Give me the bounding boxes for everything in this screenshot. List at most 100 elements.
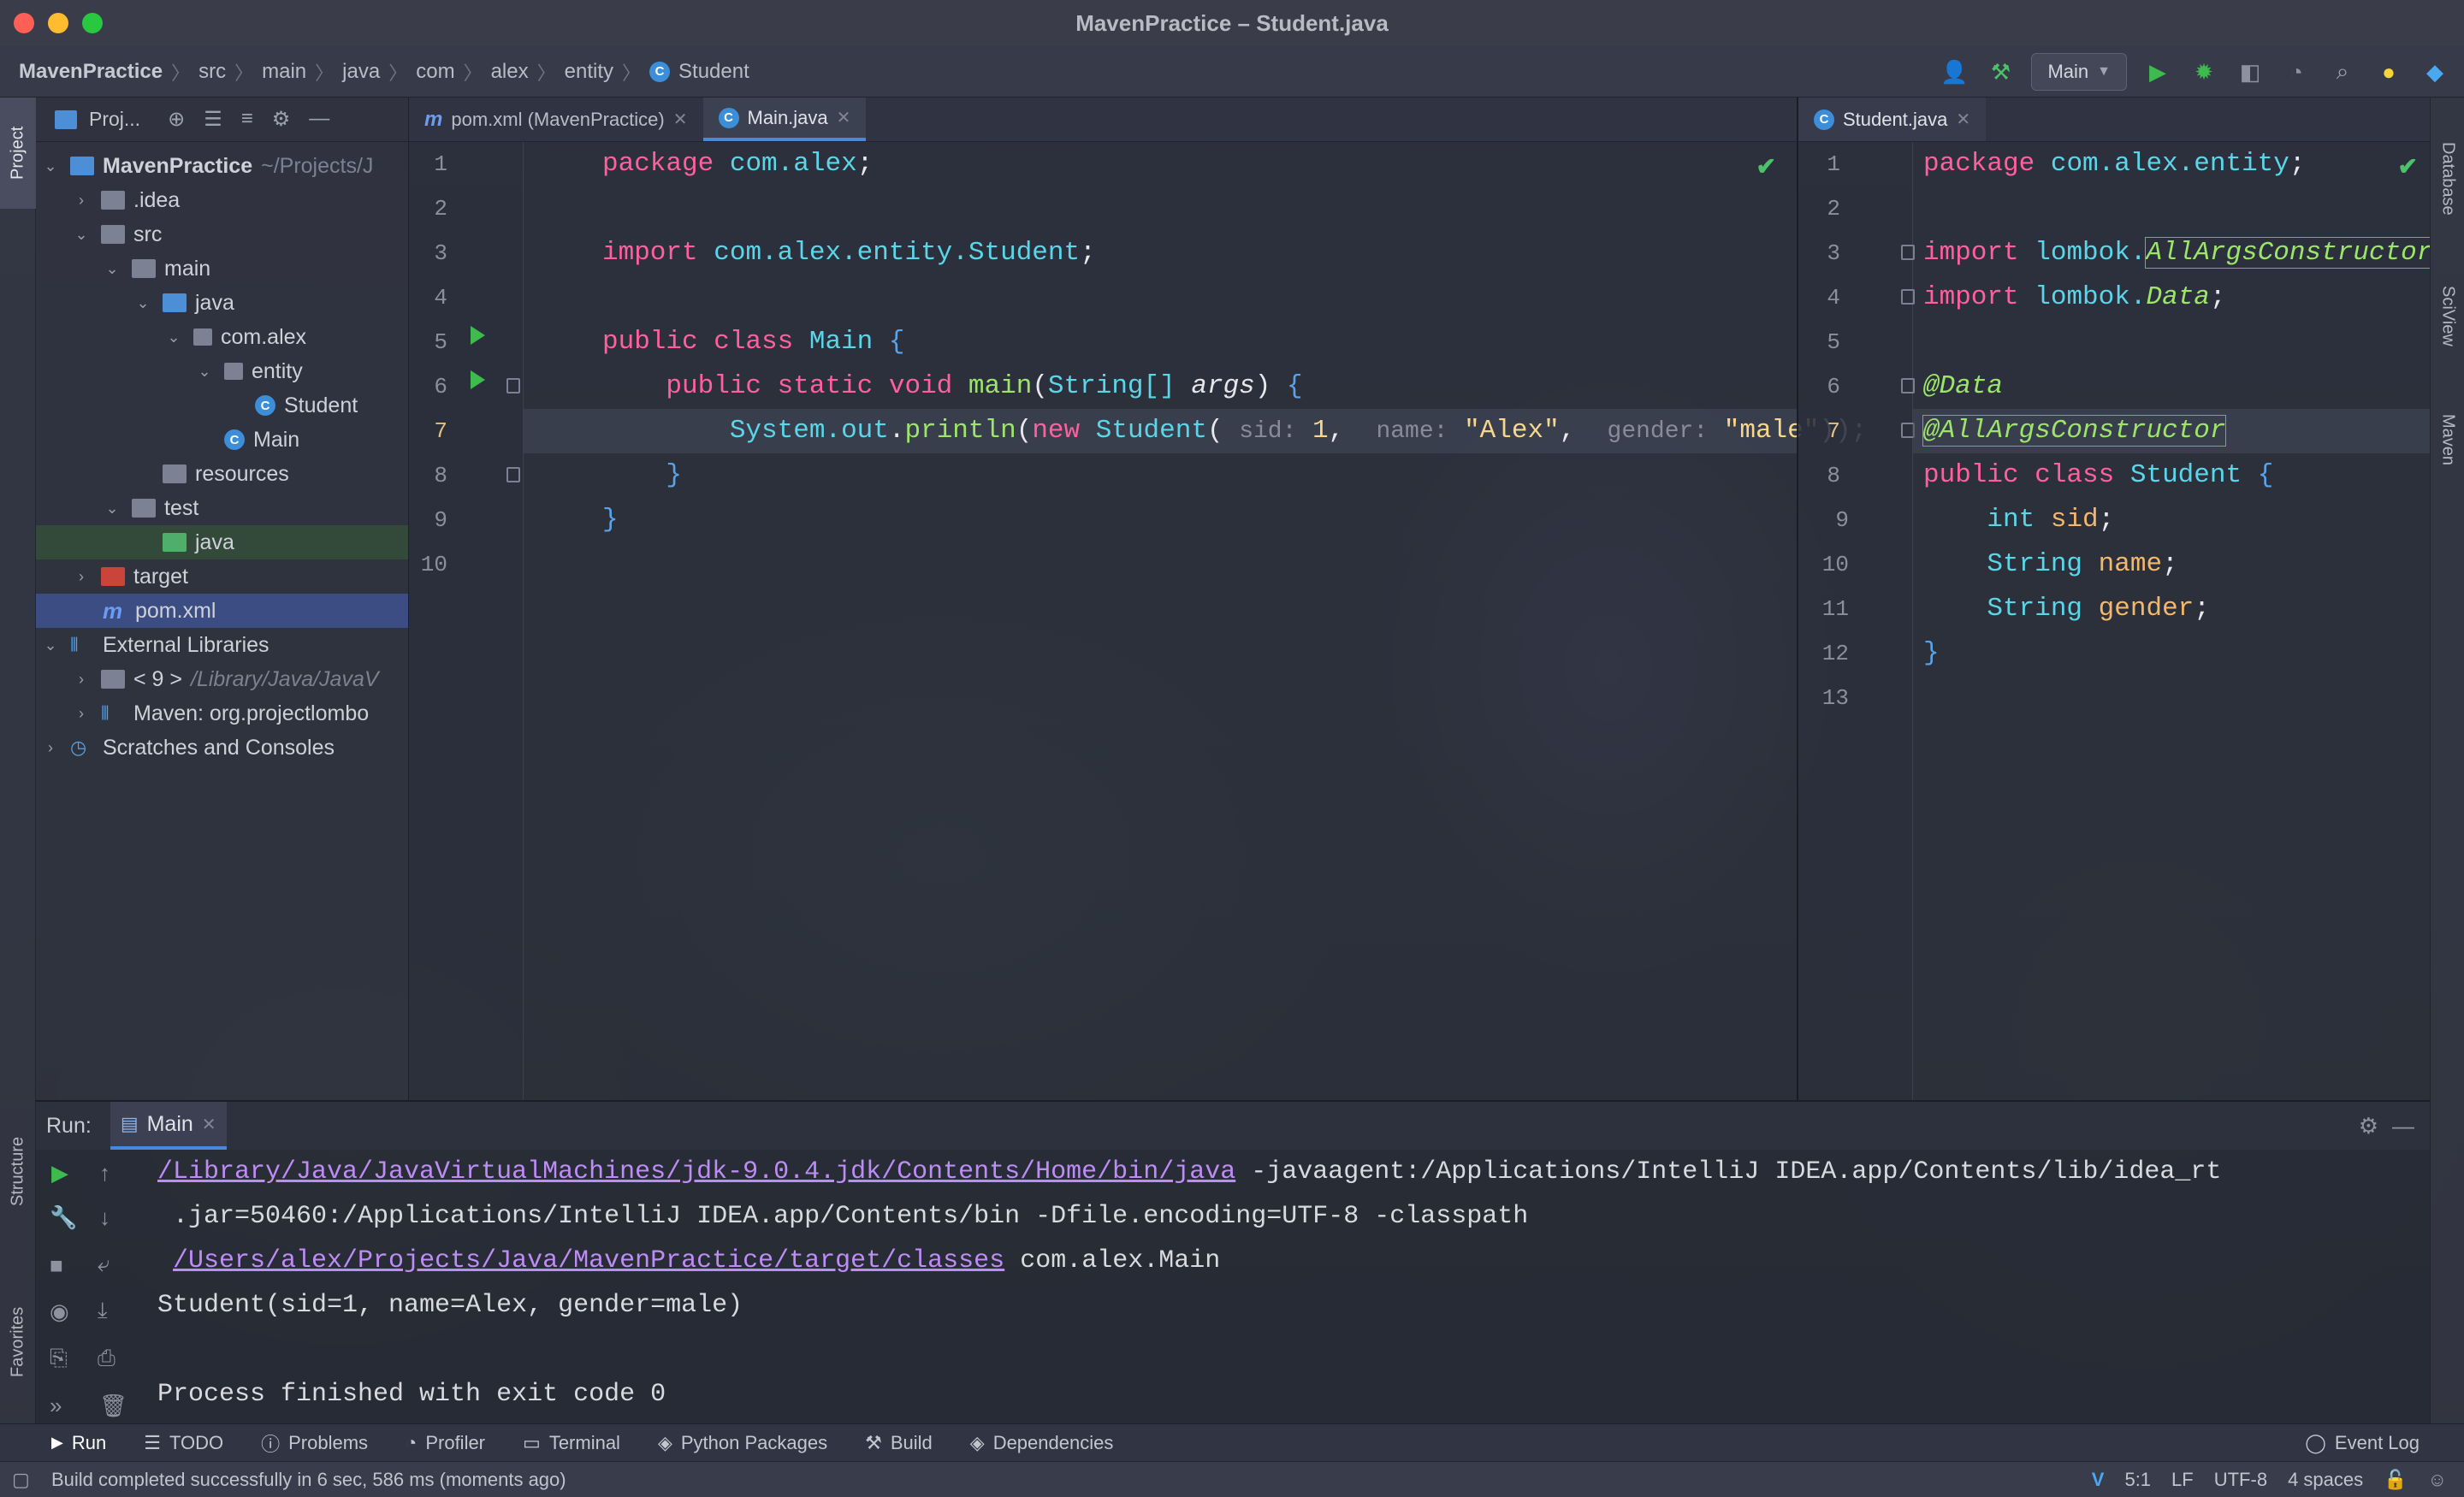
- wrench-icon[interactable]: 🔧: [50, 1204, 77, 1231]
- search-icon[interactable]: ⌕: [2327, 56, 2358, 87]
- code-area[interactable]: ✔ package com.alex; import com.alex.enti…: [524, 142, 1867, 1100]
- tab-structure[interactable]: Structure: [0, 1124, 36, 1218]
- gear-icon[interactable]: ⚙: [2359, 1113, 2378, 1139]
- breadcrumb-item[interactable]: java: [342, 60, 380, 84]
- tab-main-java[interactable]: C Main.java ✕: [702, 98, 867, 141]
- lock-icon[interactable]: 🔓: [2384, 1469, 2407, 1491]
- tree-node[interactable]: › ⦀ Maven: org.projectlombo: [36, 696, 408, 731]
- run-tab-main[interactable]: ▤ Main ✕: [110, 1102, 227, 1150]
- tree-node[interactable]: resources: [36, 457, 408, 491]
- hide-panel-icon[interactable]: —: [309, 107, 329, 132]
- minimize-window-button[interactable]: [48, 13, 68, 33]
- classes-path-link[interactable]: /Users/alex/Projects/Java/MavenPractice/…: [173, 1246, 1004, 1275]
- toolwindow-run[interactable]: ▶ Run: [51, 1432, 106, 1454]
- up-arrow-icon[interactable]: ↑: [99, 1160, 110, 1186]
- camera-icon[interactable]: ◉: [50, 1299, 69, 1325]
- close-icon[interactable]: ✕: [837, 107, 851, 128]
- tab-maven[interactable]: Maven: [2431, 388, 2464, 491]
- toolwindow-python-packages[interactable]: ◈ Python Packages: [658, 1432, 827, 1454]
- tree-node[interactable]: ⌄ src: [36, 217, 408, 251]
- run-gutter-icon[interactable]: [471, 370, 485, 389]
- run-configuration-select[interactable]: Main ▼: [2031, 53, 2127, 91]
- vim-icon[interactable]: V: [2092, 1469, 2105, 1491]
- tree-node[interactable]: java: [36, 525, 408, 559]
- toolwindow-todo[interactable]: ☰ TODO: [144, 1432, 223, 1454]
- breadcrumb-item[interactable]: entity: [565, 60, 613, 84]
- close-icon[interactable]: ✕: [673, 109, 688, 130]
- close-icon[interactable]: ✕: [202, 1114, 216, 1135]
- collapse-all-icon[interactable]: ≡: [241, 107, 253, 132]
- tree-node[interactable]: ⌄ entity: [36, 354, 408, 388]
- console-output[interactable]: /Library/Java/JavaVirtualMachines/jdk-9.…: [157, 1150, 2430, 1423]
- tree-node[interactable]: ⌄ main: [36, 251, 408, 286]
- jdk-folder-icon: [101, 670, 125, 689]
- profile-icon[interactable]: ◔: [2281, 56, 2312, 87]
- tree-node[interactable]: ⌄ java: [36, 286, 408, 320]
- panel-toggle-icon[interactable]: ▢: [12, 1469, 30, 1491]
- tree-node[interactable]: m pom.xml: [36, 594, 408, 628]
- toolwindow-terminal[interactable]: ▭ Terminal: [523, 1432, 620, 1454]
- restore-layout-icon[interactable]: ⎘: [50, 1345, 68, 1372]
- close-icon[interactable]: ✕: [1956, 109, 1970, 130]
- down-arrow-icon[interactable]: ↓: [99, 1204, 110, 1231]
- run-gutter-icon[interactable]: [471, 326, 485, 345]
- tree-node[interactable]: ⌄ MavenPractice ~/Projects/J: [36, 149, 408, 183]
- tree-node[interactable]: › target: [36, 559, 408, 594]
- updates-icon[interactable]: ●: [2373, 56, 2404, 87]
- breadcrumb-item[interactable]: src: [198, 60, 226, 84]
- toolwindow-build[interactable]: ⚒ Build: [865, 1432, 933, 1454]
- debug-bug-icon[interactable]: ✹: [2189, 56, 2219, 87]
- tree-node[interactable]: › < 9 > /Library/Java/JavaV: [36, 662, 408, 696]
- more-icon[interactable]: »: [50, 1393, 62, 1419]
- gear-icon[interactable]: ⚙: [272, 107, 291, 132]
- java-path-link[interactable]: /Library/Java/JavaVirtualMachines/jdk-9.…: [157, 1157, 1235, 1186]
- jetbrains-logo-icon[interactable]: ◆: [2420, 56, 2450, 87]
- tree-node[interactable]: ⌄ ⦀ External Libraries: [36, 628, 408, 662]
- breadcrumb-item[interactable]: alex: [491, 60, 529, 84]
- tree-node[interactable]: C Main: [36, 423, 408, 457]
- toolwindow-event-log[interactable]: ◯ Event Log: [2305, 1432, 2420, 1454]
- line-separator[interactable]: LF: [2171, 1469, 2194, 1491]
- project-view-select[interactable]: Proj...: [89, 108, 140, 131]
- breadcrumb-item[interactable]: com: [416, 60, 454, 84]
- indent-setting[interactable]: 4 spaces: [2288, 1469, 2363, 1491]
- tree-node[interactable]: ⌄ com.alex: [36, 320, 408, 354]
- file-encoding[interactable]: UTF-8: [2214, 1469, 2267, 1491]
- breadcrumb-item[interactable]: Student: [678, 60, 749, 84]
- toolwindow-dependencies[interactable]: ◈ Dependencies: [970, 1432, 1114, 1454]
- breadcrumb-item[interactable]: MavenPractice: [19, 60, 163, 84]
- print-icon[interactable]: ⎙: [98, 1345, 116, 1372]
- locate-target-icon[interactable]: ⊕: [168, 107, 185, 132]
- fold-icon[interactable]: [506, 467, 520, 482]
- scroll-to-end-icon[interactable]: ⤓: [98, 1297, 108, 1324]
- fold-icon[interactable]: [506, 378, 520, 393]
- rerun-icon[interactable]: ▶: [51, 1160, 68, 1186]
- tab-favorites[interactable]: Favorites: [0, 1295, 36, 1389]
- breadcrumb-item[interactable]: main: [262, 60, 306, 84]
- vcs-user-icon[interactable]: 👤: [1939, 56, 1969, 87]
- toolwindow-profiler[interactable]: ◔ Profiler: [406, 1432, 485, 1454]
- tab-database[interactable]: Database: [2431, 115, 2464, 243]
- toolwindow-problems[interactable]: ⓘ Problems: [261, 1429, 368, 1457]
- zoom-window-button[interactable]: [82, 13, 103, 33]
- code-area[interactable]: ✔ package com.alex.entity; import lombok…: [1913, 142, 2430, 1100]
- coverage-icon[interactable]: ◧: [2235, 56, 2266, 87]
- run-icon[interactable]: ▶: [2142, 56, 2173, 87]
- tab-sciview[interactable]: SciView: [2431, 260, 2464, 371]
- tab-student-java[interactable]: C Student.java ✕: [1798, 98, 1987, 141]
- stop-icon[interactable]: ■: [50, 1252, 63, 1279]
- hide-panel-icon[interactable]: —: [2392, 1113, 2414, 1139]
- expand-all-icon[interactable]: ☰: [204, 107, 222, 132]
- tree-node[interactable]: C Student: [36, 388, 408, 423]
- caret-position[interactable]: 5:1: [2124, 1469, 2151, 1491]
- tab-project[interactable]: Project: [0, 98, 36, 209]
- trash-icon[interactable]: 🗑: [99, 1393, 127, 1419]
- tree-node[interactable]: › ◷ Scratches and Consoles: [36, 731, 408, 765]
- inspector-icon[interactable]: ☺: [2428, 1469, 2447, 1491]
- close-window-button[interactable]: [14, 13, 34, 33]
- tab-pom-xml[interactable]: m pom.xml (MavenPractice) ✕: [409, 98, 703, 141]
- tree-node[interactable]: ⌄ test: [36, 491, 408, 525]
- soft-wrap-icon[interactable]: ⤶: [98, 1251, 110, 1278]
- tree-node[interactable]: › .idea: [36, 183, 408, 217]
- build-hammer-icon[interactable]: ⚒: [1985, 56, 2016, 87]
